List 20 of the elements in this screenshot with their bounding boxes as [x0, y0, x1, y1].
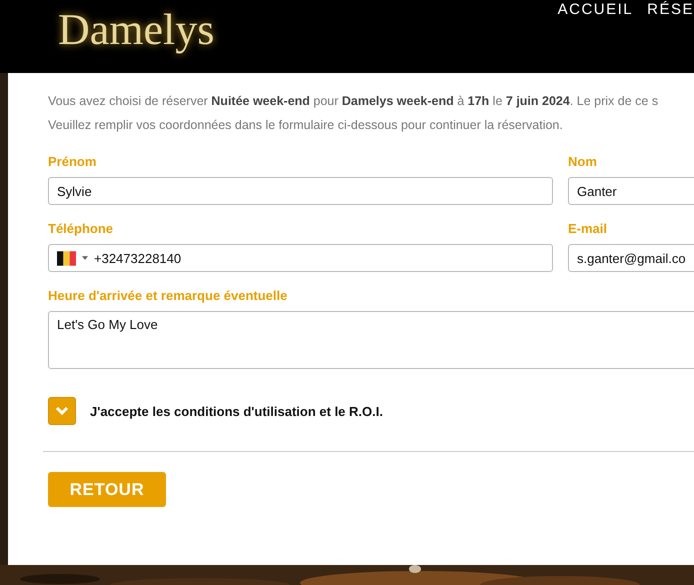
field-label: Nom	[568, 154, 597, 169]
input-field[interactable]: Sylvie	[48, 177, 553, 205]
input-field[interactable]: Ganter	[568, 177, 694, 205]
field-label: Prénom	[48, 154, 96, 169]
checkbox[interactable]	[48, 397, 76, 425]
chevron-icon	[55, 406, 69, 416]
phone-field[interactable]: +32473228140	[48, 244, 553, 272]
instructions-text: Veuillez remplir vos coordonnées dans le formulaire ci-dessous pour continuer la réservation.	[48, 117, 564, 134]
nav-link[interactable]: RÉSE	[647, 0, 694, 20]
field-label: Téléphone	[48, 221, 114, 236]
flag-icon[interactable]	[57, 250, 76, 266]
terms-label[interactable]: J'accepte les conditions d'utilisation et le R.O.I.	[90, 404, 383, 418]
caret-icon	[82, 256, 88, 260]
field-label: Heure d'arrivée et remarque éventuelle	[48, 288, 288, 303]
logo[interactable]: Damelys	[58, 0, 214, 60]
nav-link[interactable]: ACCUEIL	[558, 0, 634, 20]
field-label: E-mail	[568, 221, 608, 236]
remark-field[interactable]: Let's Go My Love	[48, 311, 694, 369]
intro-text: Vous avez choisi de réserver Nuitée week-end pour Damelys week-end à 17h le 7 juin 2024. Le prix de ce s	[48, 93, 660, 110]
input-field[interactable]: s.ganter@gmail.co	[568, 244, 694, 272]
